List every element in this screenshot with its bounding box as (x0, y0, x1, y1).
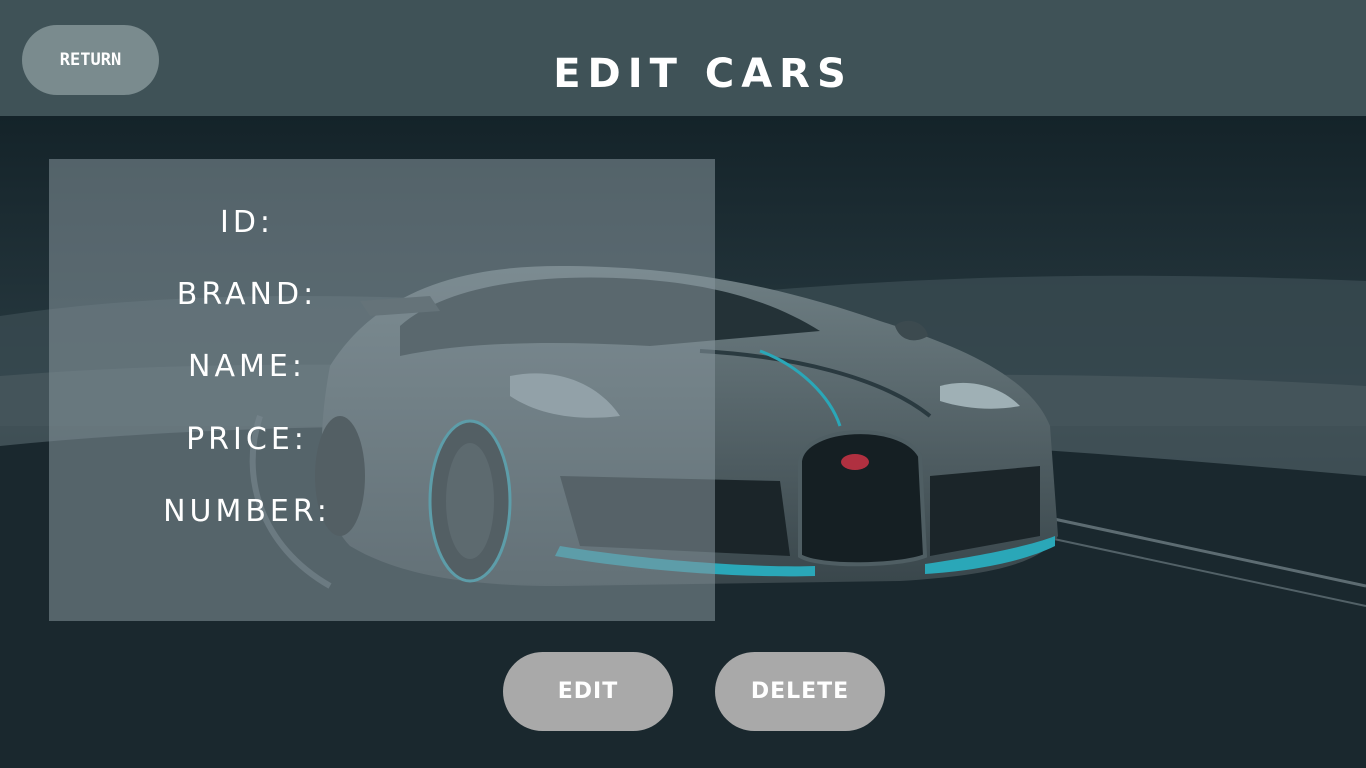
name-label: NAME: (188, 349, 306, 384)
price-label: PRICE: (186, 422, 308, 457)
number-label: NUMBER: (163, 494, 331, 529)
id-label: ID: (219, 205, 275, 240)
edit-button[interactable]: EDIT (503, 652, 673, 731)
car-details-panel: ID: BRAND: NAME: PRICE: NUMBER: (49, 159, 715, 621)
edit-cars-screen: RETURN EDIT CARS ID: BRAND: NAME: PRICE:… (0, 0, 1366, 768)
page-title: EDIT CARS (553, 51, 853, 97)
header-bar: RETURN EDIT CARS (0, 0, 1366, 116)
delete-button[interactable]: DELETE (715, 652, 885, 731)
brand-label: BRAND: (176, 277, 318, 312)
